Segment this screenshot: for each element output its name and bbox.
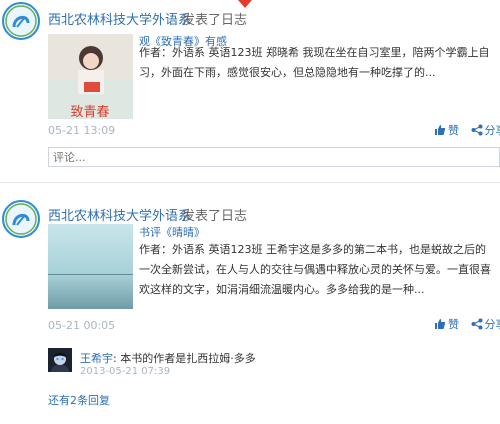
like-button[interactable]: 赞 xyxy=(434,318,463,331)
university-logo-icon xyxy=(5,203,37,235)
post-action-text: 发表了日志 xyxy=(182,13,248,28)
avatar[interactable] xyxy=(2,2,40,40)
reply-time: 2013-05-21 07:39 xyxy=(80,366,171,377)
reply-content: 王希宇: 本书的作者是扎西拉姆·多多 xyxy=(80,350,256,366)
share-icon xyxy=(471,318,483,330)
share-button[interactable]: 分享 xyxy=(471,124,500,137)
user-avatar-image xyxy=(48,348,72,372)
reply-author-link[interactable]: 王希宇 xyxy=(80,352,113,365)
thumbs-up-icon xyxy=(434,124,446,136)
like-label: 赞 xyxy=(448,124,459,137)
share-button[interactable]: 分享 xyxy=(471,318,500,331)
poster-title-text: 致青春 xyxy=(70,105,109,119)
top-marker-icon xyxy=(238,0,252,8)
more-replies-link[interactable]: 还有2条回复 xyxy=(48,392,110,408)
post-action-text: 发表了日志 xyxy=(182,209,248,224)
thumbs-up-icon xyxy=(434,318,446,330)
post-time: 05-21 13:09 xyxy=(48,124,116,137)
share-label: 分享 xyxy=(484,124,500,137)
share-label: 分享 xyxy=(484,318,500,331)
post-author-link[interactable]: 西北农林科技大学外语系 xyxy=(48,205,191,224)
movie-poster-image: 致青春 xyxy=(48,34,133,119)
book-cover-image xyxy=(48,224,133,309)
post-actions: 赞 分享 xyxy=(434,316,500,332)
comment-input[interactable] xyxy=(48,147,500,167)
article-thumbnail[interactable]: 致青春 xyxy=(48,34,133,119)
article-excerpt: 作者：外语系 英语123班 王希宇这是多多的第二本书，也是蜕故之后的一次全新尝试… xyxy=(139,243,491,296)
avatar[interactable] xyxy=(2,200,40,238)
reply-message: : 本书的作者是扎西拉姆·多多 xyxy=(113,352,256,365)
like-label: 赞 xyxy=(448,318,459,331)
post-author-link[interactable]: 西北农林科技大学外语系 xyxy=(48,9,191,28)
post-actions: 赞 分享 xyxy=(434,122,500,138)
like-button[interactable]: 赞 xyxy=(434,124,463,137)
article-excerpt: 作者：外语系 英语123班 郑晓希 我现在坐在自习室里，陪两个学霸上自习，外面在… xyxy=(139,46,490,79)
article-thumbnail[interactable] xyxy=(48,224,133,309)
post-time: 05-21 00:05 xyxy=(48,319,116,332)
post-divider xyxy=(0,182,500,183)
reply-avatar[interactable] xyxy=(48,348,72,372)
university-logo-icon xyxy=(5,5,37,37)
share-icon xyxy=(471,124,483,136)
article-title-link[interactable]: 书评《晴晴》 xyxy=(139,224,205,240)
